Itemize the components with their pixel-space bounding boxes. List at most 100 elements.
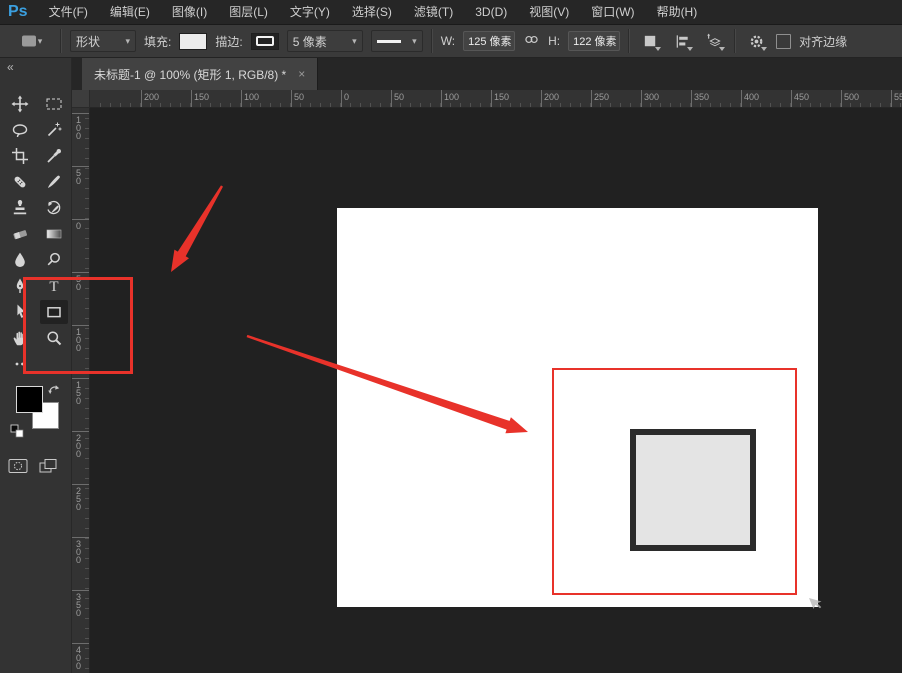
ruler-tick [520, 103, 521, 107]
ruler-tick [85, 668, 89, 669]
menu-type[interactable]: 文字(Y) [279, 0, 341, 24]
ruler-tick [580, 103, 581, 107]
ruler-tick [85, 178, 89, 179]
ruler-tick [85, 648, 89, 649]
separator [60, 29, 62, 53]
v-ruler-label: 3 0 0 [76, 540, 81, 564]
ruler-tick [720, 103, 721, 107]
ruler-tick [85, 118, 89, 119]
screen-mode-button[interactable] [38, 458, 58, 479]
h-ruler-label: 50 [294, 92, 304, 102]
geometry-options-button[interactable] [744, 29, 768, 53]
photoshop-logo[interactable]: Ps [8, 3, 28, 21]
vertical-ruler[interactable]: 1 0 05 005 01 0 01 5 02 0 02 5 03 0 03 5… [72, 108, 90, 673]
ruler-tick-major [391, 90, 392, 108]
menu-image[interactable]: 图像(I) [161, 0, 218, 24]
stroke-color-swatch[interactable] [251, 33, 279, 50]
ruler-tick-major [72, 219, 89, 220]
chevron-down-icon: ▾ [38, 36, 43, 47]
ruler-tick-major [541, 90, 542, 108]
v-ruler-label: 5 0 [76, 169, 81, 185]
horizontal-ruler[interactable]: 2001501005005010015020025030035040045050… [90, 90, 902, 108]
menu-window[interactable]: 窗口(W) [580, 0, 645, 24]
tool-eyedropper[interactable] [40, 144, 68, 168]
ruler-tick [85, 128, 89, 129]
h-ruler-label: 500 [844, 92, 859, 102]
tool-lasso[interactable] [6, 118, 34, 142]
tool-dodge[interactable] [40, 248, 68, 272]
tool-eraser[interactable] [6, 222, 34, 246]
ruler-tick-major [72, 590, 89, 591]
ruler-tick [85, 408, 89, 409]
shape-height-value: 122 像素 [573, 33, 616, 49]
h-ruler-label: 400 [744, 92, 759, 102]
ruler-tick [85, 568, 89, 569]
shape-width-input[interactable]: 125 像素 [463, 31, 515, 51]
tool-blur[interactable] [6, 248, 34, 272]
ruler-tick [85, 198, 89, 199]
separator [734, 29, 736, 53]
h-ruler-label: 200 [544, 92, 559, 102]
fill-color-swatch[interactable] [179, 33, 207, 50]
menu-help[interactable]: 帮助(H) [646, 0, 709, 24]
ruler-tick [100, 103, 101, 107]
ruler-origin-box[interactable] [72, 90, 90, 108]
link-dimensions-icon[interactable] [523, 31, 540, 51]
path-alignment-button[interactable] [670, 29, 694, 53]
close-tab-icon[interactable]: × [298, 67, 305, 81]
foreground-color-swatch[interactable] [16, 386, 43, 413]
menu-view[interactable]: 视图(V) [518, 0, 580, 24]
stroke-width-select[interactable]: 5 像素 ▾ [287, 30, 363, 52]
ruler-tick-major [641, 90, 642, 108]
ruler-tick [630, 103, 631, 107]
collapse-panel-button[interactable]: « [7, 60, 14, 74]
stroke-label: 描边: [215, 33, 242, 50]
tool-crop[interactable] [6, 144, 34, 168]
ruler-tick [500, 103, 501, 107]
default-colors-button[interactable] [10, 421, 26, 444]
ruler-tick [570, 103, 571, 107]
ruler-tick [85, 598, 89, 599]
menu-3d[interactable]: 3D(D) [464, 0, 518, 24]
ruler-tick [85, 548, 89, 549]
document-tab[interactable]: 未标题-1 @ 100% (矩形 1, RGB/8) * × [82, 58, 318, 90]
ruler-tick-major [491, 90, 492, 108]
ruler-tick [85, 268, 89, 269]
brush-icon [45, 173, 63, 191]
tool-move[interactable] [6, 92, 34, 116]
menu-filter[interactable]: 滤镜(T) [403, 0, 464, 24]
menu-file[interactable]: 文件(F) [38, 0, 99, 24]
annotation-highlight-toolbar [23, 277, 133, 374]
h-ruler-label: 100 [244, 92, 259, 102]
spot-healing-icon [11, 173, 29, 191]
tool-gradient[interactable] [40, 222, 68, 246]
align-edges-checkbox[interactable] [776, 34, 791, 49]
stroke-type-select[interactable]: ▾ [371, 30, 423, 52]
tool-history-brush[interactable] [40, 196, 68, 220]
tool-spot-healing[interactable] [6, 170, 34, 194]
v-ruler-label: 1 5 0 [76, 381, 81, 405]
shape-width-value: 125 像素 [468, 33, 511, 49]
ruler-tick [780, 103, 781, 107]
tool-mode-value: 形状 [76, 33, 100, 50]
eraser-icon [11, 225, 29, 243]
tool-rectangular-marquee[interactable] [40, 92, 68, 116]
quick-mask-button[interactable] [8, 458, 28, 479]
ruler-tick [85, 228, 89, 229]
tool-clone-stamp[interactable] [6, 196, 34, 220]
default-colors-icon [10, 421, 26, 439]
tool-preset-picker[interactable]: ▾ [10, 29, 52, 53]
shape-height-input[interactable]: 122 像素 [568, 31, 620, 51]
path-operations-button[interactable] [638, 29, 662, 53]
menu-layer[interactable]: 图层(L) [218, 0, 279, 24]
swap-colors-button[interactable] [47, 382, 61, 400]
tool-brush[interactable] [40, 170, 68, 194]
path-arrangement-button[interactable] [702, 29, 726, 53]
menu-select[interactable]: 选择(S) [341, 0, 403, 24]
tool-mode-select[interactable]: 形状 ▾ [70, 30, 136, 52]
v-ruler-label: 2 0 0 [76, 434, 81, 458]
crop-icon [11, 147, 29, 165]
tool-quick-selection[interactable] [40, 118, 68, 142]
menu-edit[interactable]: 编辑(E) [99, 0, 161, 24]
v-ruler-label: 2 5 0 [76, 487, 81, 511]
